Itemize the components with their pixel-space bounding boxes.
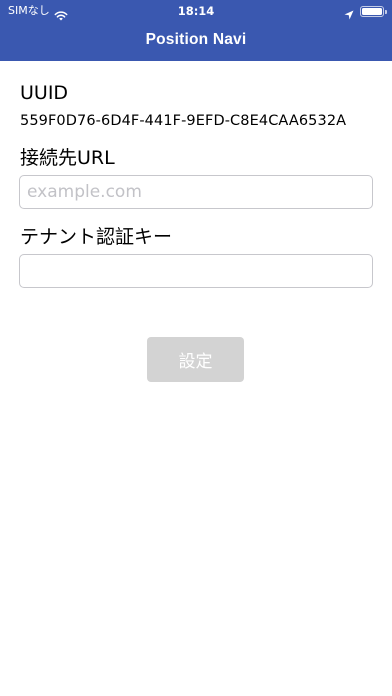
url-label: 接続先URL bbox=[20, 147, 115, 169]
location-arrow-icon bbox=[344, 6, 354, 20]
status-time: 18:14 bbox=[177, 4, 215, 18]
tenant-key-input[interactable] bbox=[19, 254, 373, 288]
uuid-value: 559F0D76-6D4F-441F-9EFD-C8E4CAA6532A bbox=[20, 113, 347, 129]
status-indicators bbox=[344, 0, 387, 22]
set-button[interactable]: 設定 bbox=[147, 337, 244, 382]
status-bar: SIMなし 18:14 bbox=[0, 0, 392, 22]
url-input[interactable] bbox=[19, 175, 373, 209]
tenant-key-label: テナント認証キー bbox=[20, 226, 173, 248]
app-screen: SIMなし 18:14 Position Navi UUID 559F0D76-… bbox=[0, 0, 392, 696]
page-title: Position Navi bbox=[145, 31, 247, 48]
header: SIMなし 18:14 Position Navi bbox=[0, 0, 392, 61]
uuid-label: UUID bbox=[20, 82, 69, 104]
battery-icon bbox=[360, 5, 387, 17]
battery-level bbox=[362, 7, 382, 15]
